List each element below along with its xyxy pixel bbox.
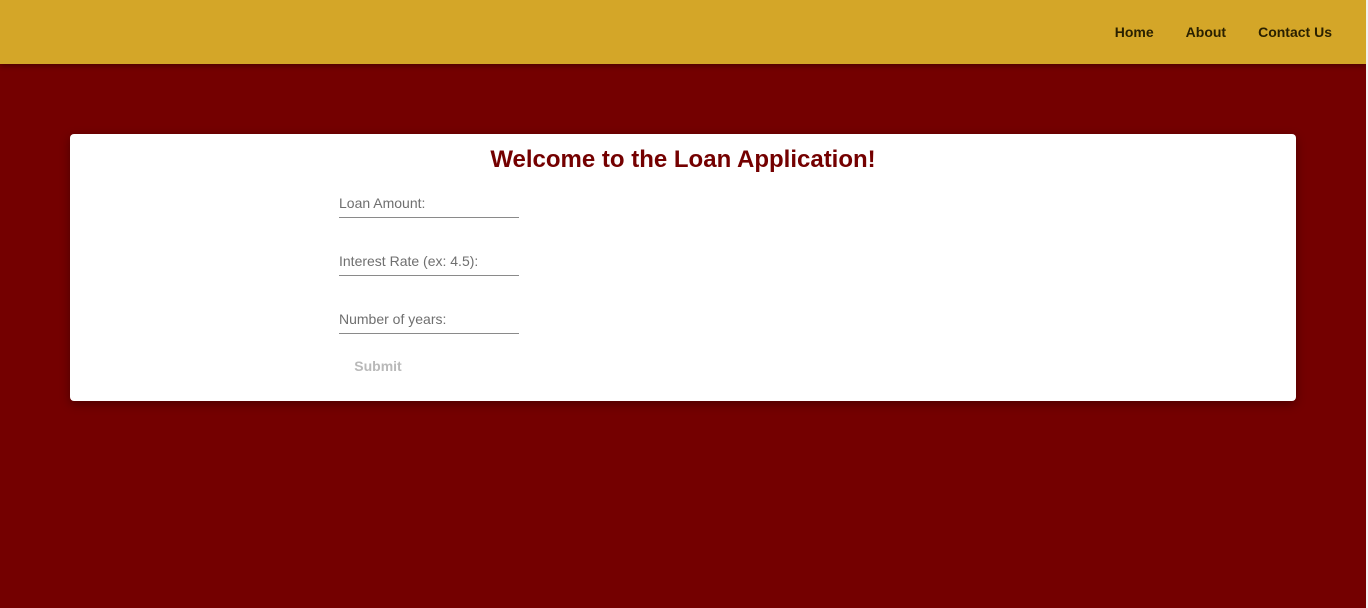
nav-link-contact-us[interactable]: Contact Us — [1258, 24, 1332, 40]
submit-button[interactable]: Submit — [339, 352, 417, 380]
nav-link-home[interactable]: Home — [1115, 24, 1154, 40]
loan-amount-input[interactable] — [339, 190, 519, 216]
top-navbar: Home About Contact Us — [0, 0, 1366, 64]
loan-application-card: Welcome to the Loan Application! Submit — [70, 134, 1296, 401]
interest-rate-input[interactable] — [339, 248, 519, 274]
loan-amount-field-container — [339, 190, 519, 218]
interest-rate-field-container — [339, 248, 519, 276]
number-of-years-field-container — [339, 306, 519, 334]
page-title: Welcome to the Loan Application! — [490, 146, 876, 173]
loan-form — [339, 190, 519, 364]
main-nav: Home About Contact Us — [1083, 0, 1332, 64]
number-of-years-input[interactable] — [339, 306, 519, 332]
nav-link-about[interactable]: About — [1186, 24, 1226, 40]
